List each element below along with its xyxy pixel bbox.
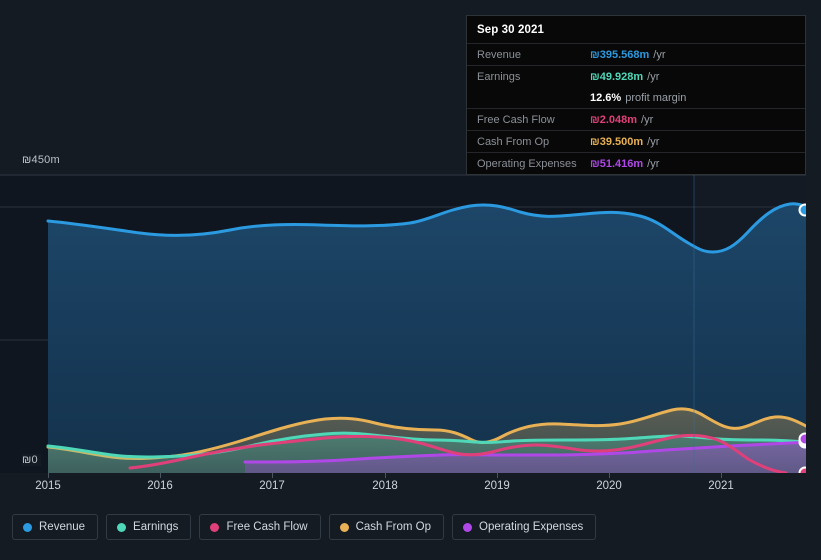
tooltip-row-operating-expenses: Operating Expenses ₪51.416m /yr xyxy=(467,152,805,174)
x-tick-mark xyxy=(609,473,610,478)
tooltip-value-free-cash-flow: ₪2.048m xyxy=(590,113,638,126)
tooltip-row-earnings: Earnings ₪49.928m /yr xyxy=(467,65,805,87)
x-tick-label-2020: 2020 xyxy=(596,480,622,492)
x-tick-mark xyxy=(385,473,386,478)
tooltip-unit-free-cash-flow: /yr xyxy=(641,113,654,126)
revenue-endpoint-marker xyxy=(798,203,806,217)
legend-dot-icon-earnings xyxy=(117,522,127,532)
tooltip-unit-earnings: /yr xyxy=(647,70,660,83)
legend-label-free-cash-flow: Free Cash Flow xyxy=(226,521,308,533)
legend-item-revenue[interactable]: Revenue xyxy=(12,514,99,540)
legend-dot-icon-free-cash-flow xyxy=(210,522,220,532)
legend-label-revenue: Revenue xyxy=(39,521,86,533)
tooltip-row-profit-margin: 12.6% profit margin xyxy=(467,87,805,108)
legend-dot-icon-cash-from-op xyxy=(339,522,349,532)
legend-label-operating-expenses: Operating Expenses xyxy=(479,521,584,533)
chart-legend: Revenue Earnings Free Cash Flow Cash Fro… xyxy=(12,514,597,540)
x-tick-mark xyxy=(160,473,161,478)
legend-dot-icon-operating-expenses xyxy=(463,522,473,532)
y-axis-zero-label: ₪0 xyxy=(22,454,41,466)
tooltip-unit-revenue: /yr xyxy=(653,48,666,61)
x-tick-mark xyxy=(721,473,722,478)
tooltip-label-operating-expenses: Operating Expenses xyxy=(477,157,577,170)
plot-area xyxy=(0,174,806,473)
tooltip-value-revenue: ₪395.568m xyxy=(590,48,650,61)
legend-item-free-cash-flow[interactable]: Free Cash Flow xyxy=(199,514,321,540)
legend-item-operating-expenses[interactable]: Operating Expenses xyxy=(452,514,597,540)
tooltip-unit-operating-expenses: /yr xyxy=(647,157,660,170)
tooltip-unit-cash-from-op: /yr xyxy=(647,135,660,148)
tooltip-row-cash-from-op: Cash From Op ₪39.500m /yr xyxy=(467,130,805,152)
tooltip-label-earnings: Earnings xyxy=(477,70,521,83)
legend-item-cash-from-op[interactable]: Cash From Op xyxy=(328,514,445,540)
x-tick-mark xyxy=(497,473,498,478)
y-axis-top-label: ₪450m xyxy=(22,154,63,166)
tooltip-value-operating-expenses: ₪51.416m xyxy=(590,157,644,170)
tooltip-row-free-cash-flow: Free Cash Flow ₪2.048m /yr xyxy=(467,108,805,130)
legend-item-earnings[interactable]: Earnings xyxy=(106,514,192,540)
x-tick-mark xyxy=(272,473,273,478)
x-tick-mark xyxy=(48,473,49,478)
x-tick-label-2021: 2021 xyxy=(708,480,734,492)
legend-label-earnings: Earnings xyxy=(133,521,179,533)
tooltip-label-revenue: Revenue xyxy=(477,48,522,61)
tooltip-label-cash-from-op: Cash From Op xyxy=(477,135,550,148)
tooltip-row-revenue: Revenue ₪395.568m /yr xyxy=(467,43,805,65)
tooltip-date: Sep 30 2021 xyxy=(477,24,544,36)
x-tick-label-2019: 2019 xyxy=(484,480,510,492)
tooltip-value-cash-from-op: ₪39.500m xyxy=(590,135,644,148)
x-tick-label-2016: 2016 xyxy=(147,480,173,492)
tooltip-label-free-cash-flow: Free Cash Flow xyxy=(477,113,555,126)
x-axis: 2015 2016 2017 2018 2019 2020 2021 xyxy=(0,473,821,501)
x-tick-label-2017: 2017 xyxy=(259,480,285,492)
tooltip-value-earnings: ₪49.928m xyxy=(590,70,644,83)
chart-svg xyxy=(0,174,806,473)
operating-expenses-endpoint-marker xyxy=(798,432,806,446)
tooltip-value-profit-margin: 12.6% xyxy=(590,91,622,104)
x-tick-label-2018: 2018 xyxy=(372,480,398,492)
x-tick-label-2015: 2015 xyxy=(35,480,61,492)
legend-dot-icon-revenue xyxy=(23,522,32,532)
tooltip-text-profit-margin: profit margin xyxy=(625,91,687,104)
financial-chart: ₪450m ₪0 2015 2016 2017 2018 2019 2020 2… xyxy=(0,0,821,560)
chart-tooltip: Sep 30 2021 Revenue ₪395.568m /yr Earnin… xyxy=(466,15,806,175)
legend-label-cash-from-op: Cash From Op xyxy=(355,521,432,533)
